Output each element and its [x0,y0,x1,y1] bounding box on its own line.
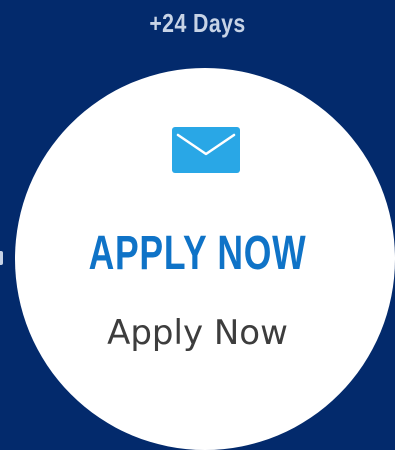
left-edge-marker [0,251,3,265]
apply-now-subheading[interactable]: Apply Now [0,313,395,353]
apply-now-heading[interactable]: APPLY NOW [51,224,343,284]
days-label: +24 Days [149,8,246,38]
mail-icon [172,127,240,173]
